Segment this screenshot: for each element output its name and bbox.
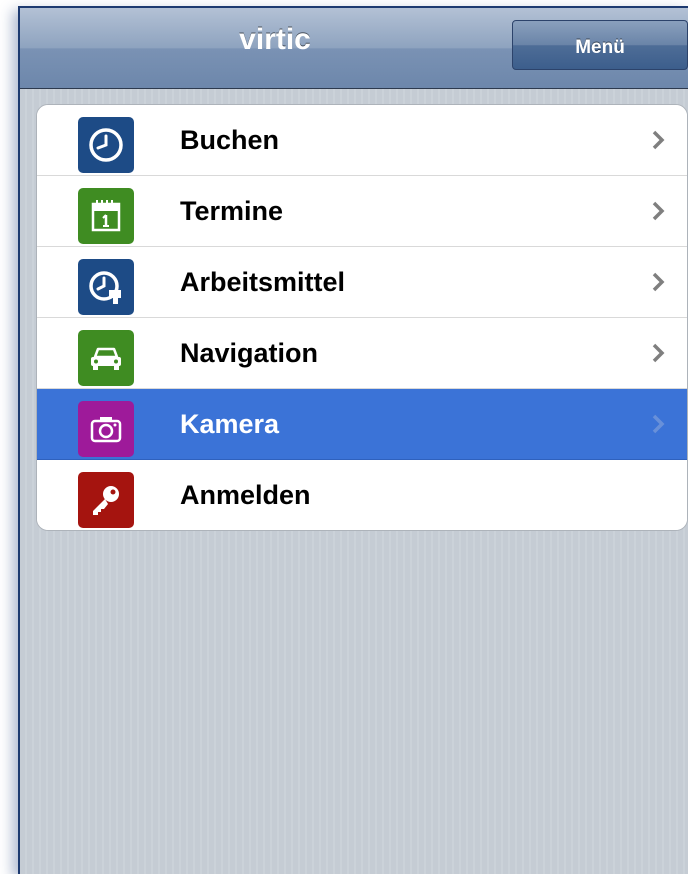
car-icon [78,330,134,386]
menu-item-label: Arbeitsmittel [180,267,346,297]
chevron-right-icon [652,272,665,292]
app-window: virtic Menü Buchen Termine Arbeitsmittel… [18,6,688,874]
navigation-bar: virtic Menü [20,8,688,89]
chevron-right-icon [652,201,665,221]
menu-item-kamera[interactable]: Kamera [37,389,687,460]
menu-item-label: Anmelden [180,480,311,510]
key-icon [78,472,134,528]
menu-item-label: Kamera [180,409,280,439]
chevron-right-icon [652,343,665,363]
menu-item-termine[interactable]: Termine [37,176,687,247]
menu-item-anmelden[interactable]: Anmelden [37,460,687,530]
menu-item-label: Buchen [180,125,280,155]
page-title: virtic [239,23,311,56]
menu-item-arbeitsmittel[interactable]: Arbeitsmittel [37,247,687,318]
menu-item-label: Termine [180,196,284,226]
chevron-right-icon [652,130,665,150]
calendar-icon [78,188,134,244]
menu-button[interactable]: Menü [512,20,688,70]
menu-item-label: Navigation [180,338,319,368]
menu-list: Buchen Termine Arbeitsmittel Navigation … [36,104,688,531]
camera-icon [78,401,134,457]
clock-tool-icon [78,259,134,315]
menu-item-navigation[interactable]: Navigation [37,318,687,389]
clock-icon [78,117,134,173]
menu-item-buchen[interactable]: Buchen [37,105,687,176]
chevron-right-icon [652,414,665,434]
